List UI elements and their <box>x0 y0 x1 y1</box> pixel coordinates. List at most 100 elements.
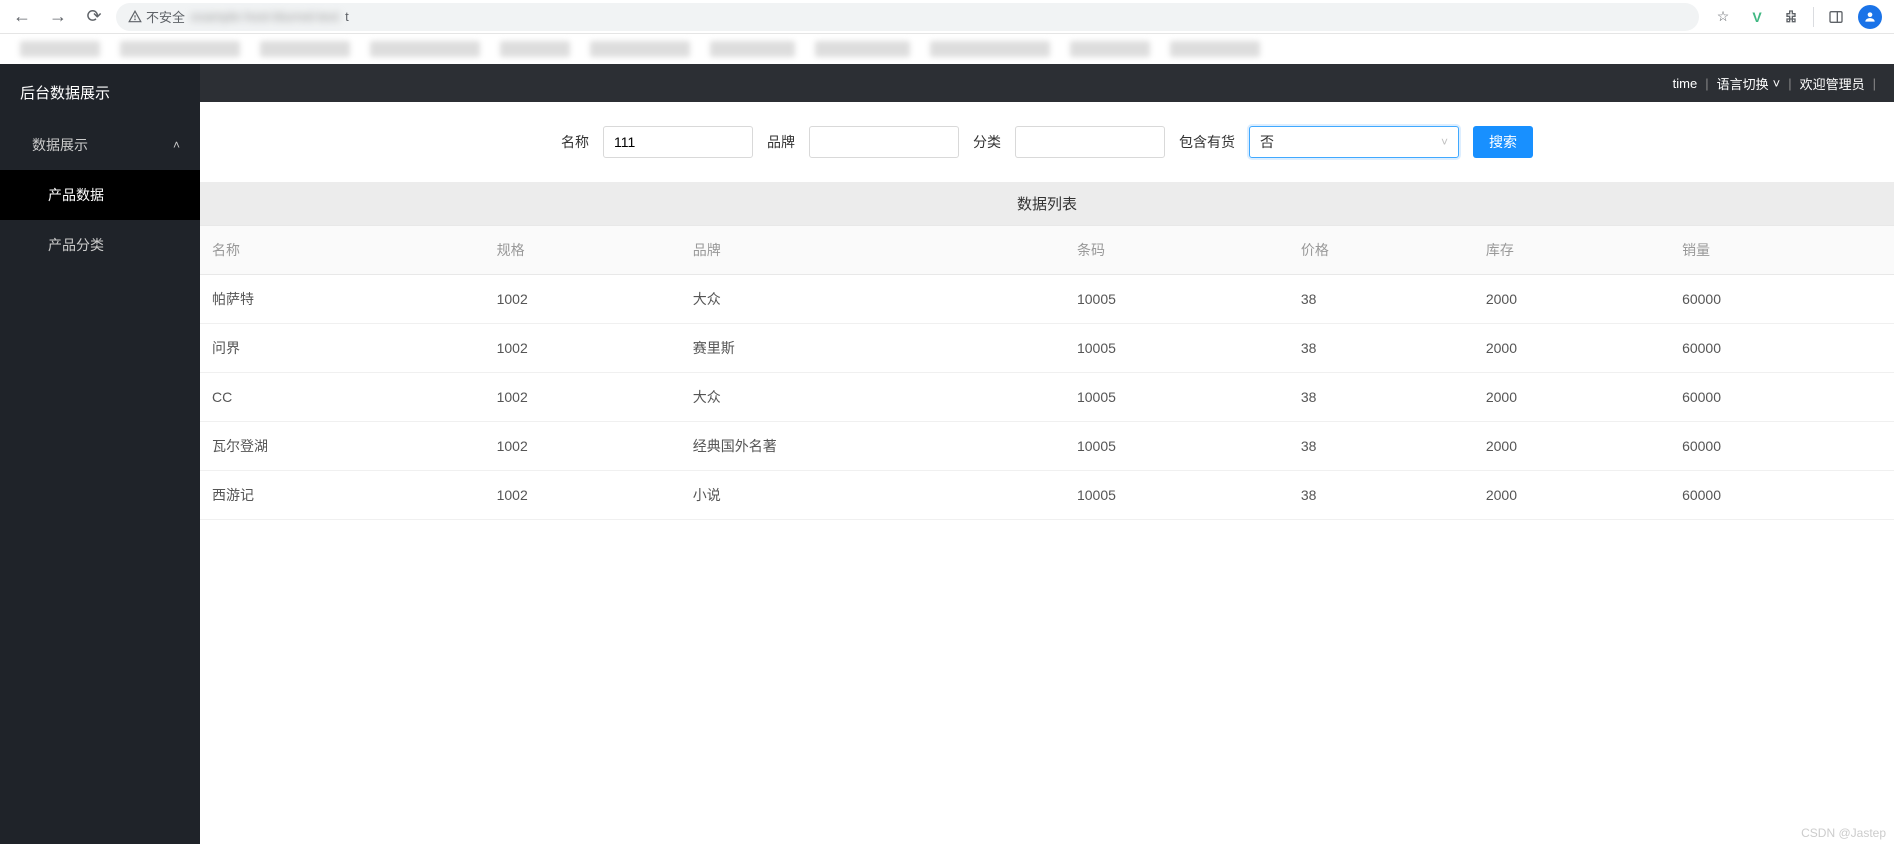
brand-input[interactable] <box>809 126 959 158</box>
back-button[interactable]: ← <box>8 3 36 31</box>
table-row[interactable]: CC1002大众1000538200060000 <box>200 373 1894 422</box>
brand-label: 品牌 <box>767 132 795 152</box>
cell-price: 38 <box>1289 324 1474 373</box>
cell-price: 38 <box>1289 471 1474 520</box>
instock-select[interactable]: 否 ˅ <box>1249 126 1459 158</box>
data-table: 名称 规格 品牌 条码 价格 库存 销量 帕萨特1002大众1000538200… <box>200 226 1894 520</box>
table-body: 帕萨特1002大众1000538200060000问界1002赛里斯100053… <box>200 275 1894 520</box>
browser-chrome: ← → ⟳ 不安全 example-host-blurred-text t ☆ … <box>0 0 1894 34</box>
cell-brand: 大众 <box>681 373 1065 422</box>
cell-stock: 2000 <box>1474 422 1670 471</box>
cell-price: 38 <box>1289 422 1474 471</box>
col-brand: 品牌 <box>681 226 1065 275</box>
cell-name: 问界 <box>200 324 485 373</box>
category-label: 分类 <box>973 132 1001 152</box>
menu-sub-product-data[interactable]: 产品数据 <box>0 170 200 220</box>
cell-stock: 2000 <box>1474 471 1670 520</box>
content: 名称 品牌 分类 包含有货 否 ˅ 搜索 数据列表 名称 <box>200 102 1894 844</box>
language-switch[interactable]: 语言切换 ˅ <box>1717 74 1781 93</box>
cell-barcode: 10005 <box>1065 275 1289 324</box>
name-input[interactable] <box>603 126 753 158</box>
cell-price: 38 <box>1289 275 1474 324</box>
table-row[interactable]: 瓦尔登湖1002经典国外名著1000538200060000 <box>200 422 1894 471</box>
insecure-label: 不安全 <box>146 7 185 26</box>
header-sep: | <box>1703 76 1710 91</box>
cell-sales: 60000 <box>1670 471 1894 520</box>
cell-spec: 1002 <box>485 324 681 373</box>
sidebar: 后台数据展示 数据展示 ˄ 产品数据 产品分类 <box>0 64 200 844</box>
col-price: 价格 <box>1289 226 1474 275</box>
cell-sales: 60000 <box>1670 275 1894 324</box>
watermark: CSDN @Jastep <box>1801 826 1886 840</box>
col-barcode: 条码 <box>1065 226 1289 275</box>
instock-label: 包含有货 <box>1179 132 1235 152</box>
table-row[interactable]: 西游记1002小说1000538200060000 <box>200 471 1894 520</box>
cell-barcode: 10005 <box>1065 324 1289 373</box>
cell-sales: 60000 <box>1670 422 1894 471</box>
sidebar-title: 后台数据展示 <box>0 64 200 120</box>
cell-spec: 1002 <box>485 471 681 520</box>
forward-button[interactable]: → <box>44 3 72 31</box>
table-header-row: 名称 规格 品牌 条码 价格 库存 销量 <box>200 226 1894 275</box>
chevron-down-icon: ˅ <box>1441 135 1448 149</box>
vue-devtools-icon[interactable]: V <box>1745 5 1769 29</box>
col-spec: 规格 <box>485 226 681 275</box>
table-row[interactable]: 问界1002赛里斯1000538200060000 <box>200 324 1894 373</box>
col-name: 名称 <box>200 226 485 275</box>
reload-button[interactable]: ⟳ <box>80 3 108 31</box>
cell-spec: 1002 <box>485 422 681 471</box>
chevron-up-icon: ˄ <box>173 138 180 152</box>
cell-brand: 大众 <box>681 275 1065 324</box>
cell-barcode: 10005 <box>1065 471 1289 520</box>
star-icon[interactable]: ☆ <box>1711 5 1735 29</box>
bookmarks-bar-blurred <box>0 34 1894 64</box>
cell-name: 西游记 <box>200 471 485 520</box>
table-wrap: 数据列表 名称 规格 品牌 条码 价格 库存 销量 帕萨特1002大众 <box>200 182 1894 520</box>
cell-stock: 2000 <box>1474 373 1670 422</box>
instock-value: 否 <box>1260 132 1274 152</box>
chrome-right: ☆ V <box>1707 5 1886 29</box>
cell-sales: 60000 <box>1670 324 1894 373</box>
category-input[interactable] <box>1015 126 1165 158</box>
chevron-down-icon: ˅ <box>1773 76 1781 91</box>
cell-name: CC <box>200 373 485 422</box>
language-label: 语言切换 <box>1717 74 1769 93</box>
cell-barcode: 10005 <box>1065 373 1289 422</box>
cell-barcode: 10005 <box>1065 422 1289 471</box>
search-button[interactable]: 搜索 <box>1473 126 1533 158</box>
extensions-icon[interactable] <box>1779 5 1803 29</box>
col-sales: 销量 <box>1670 226 1894 275</box>
search-row: 名称 品牌 分类 包含有货 否 ˅ 搜索 <box>200 102 1894 182</box>
table-row[interactable]: 帕萨特1002大众1000538200060000 <box>200 275 1894 324</box>
sidepanel-icon[interactable] <box>1824 5 1848 29</box>
menu-sub-label: 产品数据 <box>48 185 104 205</box>
cell-name: 帕萨特 <box>200 275 485 324</box>
chrome-divider <box>1813 7 1814 27</box>
menu-sub-product-category[interactable]: 产品分类 <box>0 220 200 270</box>
col-stock: 库存 <box>1474 226 1670 275</box>
cell-name: 瓦尔登湖 <box>200 422 485 471</box>
menu-item-data-display[interactable]: 数据展示 ˄ <box>0 120 200 170</box>
address-bar[interactable]: 不安全 example-host-blurred-text t <box>116 3 1699 31</box>
cell-brand: 小说 <box>681 471 1065 520</box>
table-title: 数据列表 <box>200 182 1894 226</box>
cell-sales: 60000 <box>1670 373 1894 422</box>
name-label: 名称 <box>561 132 589 152</box>
cell-spec: 1002 <box>485 275 681 324</box>
profile-avatar[interactable] <box>1858 5 1882 29</box>
cell-brand: 赛里斯 <box>681 324 1065 373</box>
main: time | 语言切换 ˅ | 欢迎管理员 | 名称 品牌 分类 包含有货 否 <box>200 64 1894 844</box>
header-welcome: 欢迎管理员 <box>1800 74 1865 93</box>
insecure-icon: 不安全 <box>128 7 185 26</box>
header-bar: time | 语言切换 ˅ | 欢迎管理员 | <box>200 64 1894 102</box>
url-tail: t <box>345 9 349 24</box>
url-blurred: example-host-blurred-text <box>191 9 339 24</box>
header-sep: | <box>1786 76 1793 91</box>
cell-stock: 2000 <box>1474 275 1670 324</box>
cell-price: 38 <box>1289 373 1474 422</box>
cell-stock: 2000 <box>1474 324 1670 373</box>
menu-item-label: 数据展示 <box>32 135 88 155</box>
app-root: 后台数据展示 数据展示 ˄ 产品数据 产品分类 time | 语言切换 ˅ | … <box>0 64 1894 844</box>
cell-spec: 1002 <box>485 373 681 422</box>
header-sep: | <box>1871 76 1878 91</box>
